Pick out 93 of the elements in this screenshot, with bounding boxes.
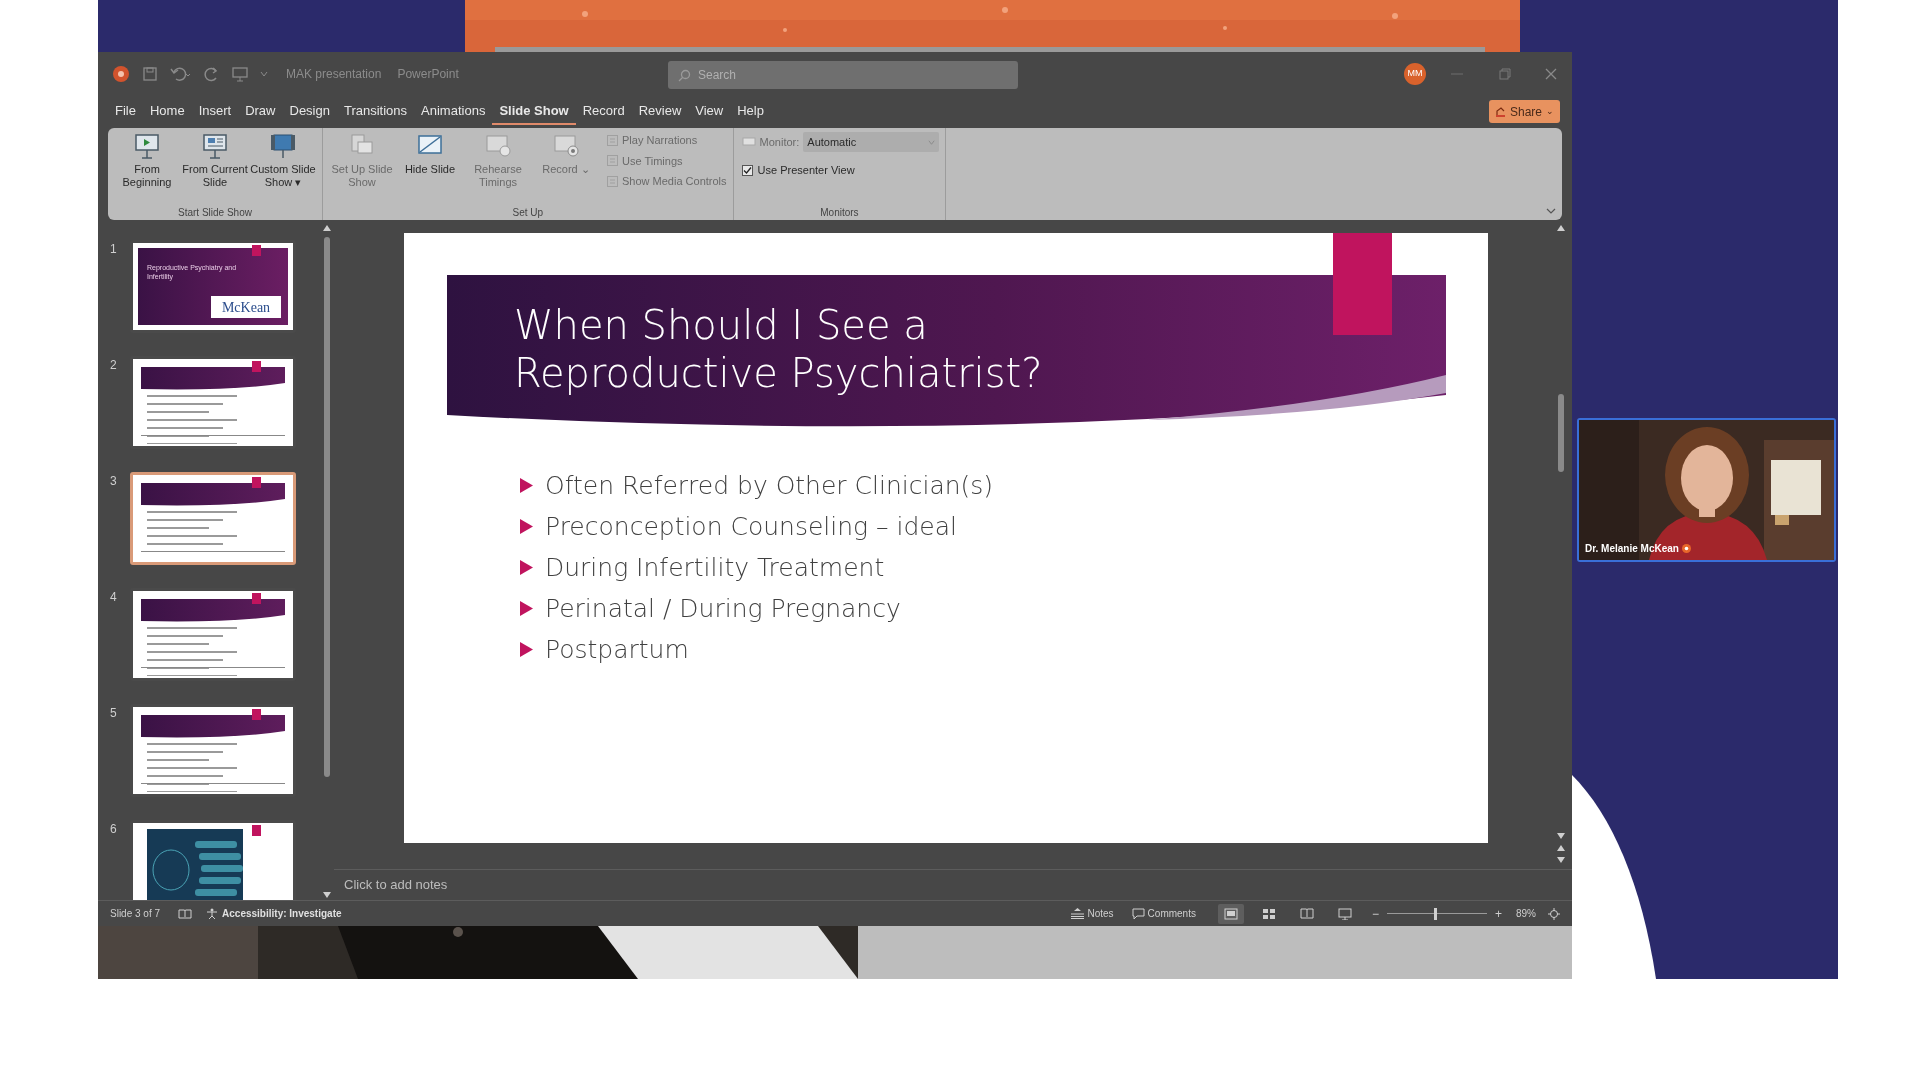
menu-tab[interactable]: Review — [631, 98, 689, 125]
monitor-label: Monitor: — [759, 134, 800, 150]
menu-tab[interactable]: Record — [575, 98, 632, 125]
search-icon — [678, 69, 691, 82]
slide-number: 4 — [110, 589, 118, 606]
comments-button[interactable]: Comments — [1131, 906, 1196, 921]
zoom-out-button[interactable]: − — [1371, 904, 1379, 923]
scroll-down-icon[interactable] — [323, 892, 331, 898]
play-screen-icon — [133, 132, 161, 160]
participant-name: Dr. Melanie McKean — [1585, 542, 1679, 556]
share-icon — [1494, 106, 1506, 117]
accessibility-icon — [206, 907, 219, 920]
slide-title: Reproductive Psychiatrist? — [514, 349, 1043, 397]
ribbon-button[interactable]: Custom Slide Show ▾ — [250, 132, 316, 189]
logo-box: McKean — [211, 296, 281, 318]
undo-icon[interactable] — [170, 65, 192, 82]
menu-tab[interactable]: Animations — [414, 98, 493, 125]
redo-icon[interactable] — [204, 65, 220, 82]
slide-number: 2 — [110, 357, 118, 374]
document-name: MAK presentation — [286, 65, 382, 83]
slideshow-view-icon — [1337, 907, 1352, 920]
menu-tab[interactable]: Transitions — [336, 98, 415, 125]
menu-tab[interactable]: Slide Show — [492, 98, 576, 125]
screen-icon — [269, 132, 297, 160]
comment-icon — [1131, 907, 1145, 920]
bullet-triangle-icon — [520, 642, 533, 657]
timer-screen-icon — [484, 132, 512, 160]
notes-button[interactable]: Notes — [1071, 906, 1114, 921]
monitor-icon — [741, 137, 756, 147]
normal-view-icon — [1223, 907, 1238, 920]
caret-icon — [928, 138, 936, 146]
bullet-text: Often Referred by Other Clinician(s) — [545, 469, 994, 502]
scrollbar[interactable] — [1556, 225, 1566, 865]
bullet-triangle-icon — [520, 519, 533, 534]
grid-view-icon — [1261, 907, 1276, 920]
slide-number: 5 — [110, 705, 118, 722]
menu-tab[interactable]: Design — [282, 98, 337, 125]
list-icon — [607, 155, 618, 167]
slide-nav-icon[interactable] — [1557, 833, 1565, 865]
ribbon-button[interactable]: From Current Slide — [182, 132, 248, 189]
bullet-triangle-icon — [520, 560, 533, 575]
record-screen-icon — [552, 132, 580, 160]
zoom-thumb[interactable] — [1434, 907, 1438, 920]
group-label: Start Slide Show — [177, 206, 253, 220]
zoom-in-button[interactable]: + — [1494, 904, 1502, 923]
menu-tab[interactable]: Home — [142, 98, 192, 125]
slide-number: 3 — [110, 473, 118, 490]
fit-to-window-icon[interactable] — [1548, 907, 1560, 920]
scroll-up-icon[interactable] — [323, 225, 331, 231]
scroll-up-icon[interactable] — [1557, 225, 1565, 231]
slide-counter: Slide 3 of 7 — [110, 907, 161, 921]
list-icon — [607, 134, 618, 146]
scrollbar[interactable] — [320, 223, 334, 900]
bullet-text: During Infertility Treatment — [545, 551, 885, 584]
notes-field[interactable]: Click to add notes — [344, 875, 448, 895]
scrollbar-thumb[interactable] — [1558, 394, 1564, 472]
search-field[interactable]: Search — [668, 61, 1018, 89]
bullet-text: Perinatal / During Pregnancy — [545, 592, 901, 625]
presenter-view-checkbox[interactable]: Use Presenter View — [741, 162, 940, 179]
checkbox-icon[interactable] — [741, 164, 753, 176]
menu-tab[interactable]: View — [688, 98, 731, 125]
book-icon[interactable] — [178, 907, 193, 920]
view-button[interactable] — [1217, 903, 1244, 924]
slide-title: When Should I See a — [514, 301, 929, 349]
collapse-ribbon-icon[interactable] — [1546, 207, 1556, 215]
group-label: Monitors — [819, 206, 860, 220]
menu-tab[interactable]: Help — [730, 98, 771, 125]
bullet-triangle-icon — [520, 601, 533, 616]
reading-view-icon — [1299, 907, 1314, 920]
share-button[interactable]: Share ⌄ — [1488, 100, 1560, 123]
notes-icon — [1071, 908, 1085, 919]
scrollbar-thumb[interactable] — [324, 237, 330, 777]
ribbon-button[interactable]: From Beginning — [114, 132, 180, 189]
close-icon[interactable] — [1544, 66, 1558, 81]
caret-icon[interactable] — [260, 69, 268, 78]
slide-number: 1 — [110, 241, 118, 258]
slide-screen-icon — [201, 132, 229, 160]
app-name: PowerPoint — [397, 65, 459, 83]
bullet-text: Preconception Counseling – ideal — [545, 510, 957, 543]
list-icon — [607, 175, 618, 187]
bullet-text: Postpartum — [545, 633, 689, 666]
menu-tab[interactable]: File — [108, 98, 143, 125]
bullet-triangle-icon — [520, 478, 533, 493]
group-label: Set Up — [511, 206, 545, 220]
accessibility-button[interactable]: Accessibility: Investigate — [206, 906, 342, 921]
slide-number: 6 — [110, 821, 118, 838]
status-badge-icon — [1681, 544, 1691, 553]
zoom-level: 89% — [1516, 907, 1536, 921]
menu-tab[interactable]: Draw — [238, 98, 283, 125]
user-avatar[interactable]: MM — [1404, 62, 1426, 85]
app-logo-icon[interactable] — [112, 64, 130, 83]
menu-tab[interactable]: Insert — [191, 98, 239, 125]
ribbon-button[interactable]: Hide Slide — [397, 132, 463, 176]
